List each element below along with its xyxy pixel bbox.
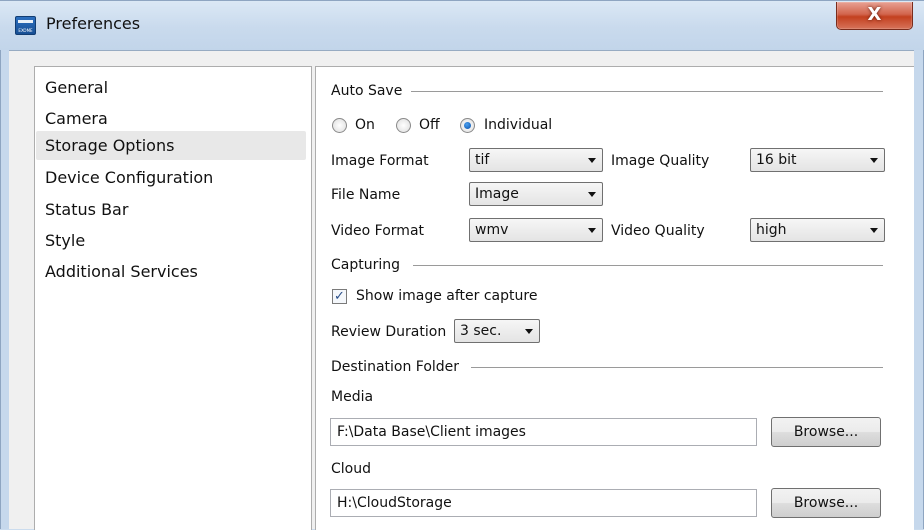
video-quality-select[interactable]: high [750, 218, 885, 242]
chevron-down-icon [870, 228, 878, 233]
chevron-down-icon [588, 158, 596, 163]
auto-save-divider [411, 91, 883, 92]
file-name-value: Image [475, 186, 519, 202]
cloud-browse-button[interactable]: Browse... [771, 488, 881, 518]
file-name-label: File Name [331, 187, 401, 203]
show-image-after-capture-label: Show image after capture [356, 288, 538, 304]
capturing-heading: Capturing [331, 257, 401, 273]
app-icon: EXOME [15, 16, 36, 35]
destination-folder-divider [471, 367, 883, 368]
video-format-label: Video Format [331, 223, 425, 239]
image-quality-value: 16 bit [756, 152, 797, 168]
nav-item-additional-services[interactable]: Additional Services [36, 257, 306, 286]
image-quality-select[interactable]: 16 bit [750, 148, 885, 172]
app-icon-text: EXOME [18, 28, 33, 33]
video-quality-label: Video Quality [611, 223, 705, 239]
nav-item-status-bar[interactable]: Status Bar [36, 195, 306, 224]
cloud-label: Cloud [331, 461, 371, 477]
review-duration-label: Review Duration [331, 324, 447, 340]
media-label: Media [331, 389, 374, 405]
image-format-label: Image Format [331, 153, 429, 169]
chevron-down-icon [525, 329, 533, 334]
media-browse-button[interactable]: Browse... [771, 417, 881, 447]
auto-save-on-label: On [355, 117, 375, 133]
close-button[interactable]: X [836, 2, 913, 30]
media-path-field[interactable]: F:\Data Base\Client images [330, 418, 757, 446]
chevron-down-icon [588, 228, 596, 233]
cloud-path-field[interactable]: H:\CloudStorage [330, 489, 757, 517]
nav-item-general[interactable]: General [36, 73, 306, 102]
auto-save-heading: Auto Save [331, 83, 403, 99]
auto-save-individual-radio[interactable] [460, 118, 475, 133]
nav-item-storage-options[interactable]: Storage Options [36, 131, 306, 160]
auto-save-off-label: Off [419, 117, 440, 133]
title-bar: EXOME Preferences X [0, 0, 924, 50]
nav-item-device-configuration[interactable]: Device Configuration [36, 163, 306, 192]
image-quality-label: Image Quality [611, 153, 710, 169]
video-format-value: wmv [475, 222, 509, 238]
image-format-select[interactable]: tif [469, 148, 603, 172]
auto-save-on-radio[interactable] [332, 118, 347, 133]
auto-save-individual-label: Individual [484, 117, 553, 133]
dialog-client-area: General Camera Storage Options Device Co… [9, 50, 914, 530]
nav-item-style[interactable]: Style [36, 226, 306, 255]
file-name-select[interactable]: Image [469, 182, 603, 206]
storage-options-panel: Auto Save On Off Individual Image Format… [315, 66, 914, 530]
close-icon: X [867, 4, 882, 25]
image-format-value: tif [475, 152, 490, 168]
window-title: Preferences [46, 14, 141, 33]
video-quality-value: high [756, 222, 787, 238]
video-format-select[interactable]: wmv [469, 218, 603, 242]
review-duration-value: 3 sec. [460, 323, 502, 339]
destination-folder-heading: Destination Folder [331, 359, 460, 375]
checkmark-icon: ✓ [334, 289, 345, 304]
window-frame-left [0, 50, 9, 529]
nav-item-camera[interactable]: Camera [36, 104, 306, 133]
chevron-down-icon [870, 158, 878, 163]
window-frame-right [914, 50, 924, 529]
show-image-after-capture-checkbox[interactable]: ✓ [332, 289, 347, 304]
chevron-down-icon [588, 192, 596, 197]
capturing-divider [413, 265, 883, 266]
review-duration-select[interactable]: 3 sec. [454, 319, 540, 343]
auto-save-off-radio[interactable] [396, 118, 411, 133]
preferences-nav-list: General Camera Storage Options Device Co… [34, 66, 312, 530]
